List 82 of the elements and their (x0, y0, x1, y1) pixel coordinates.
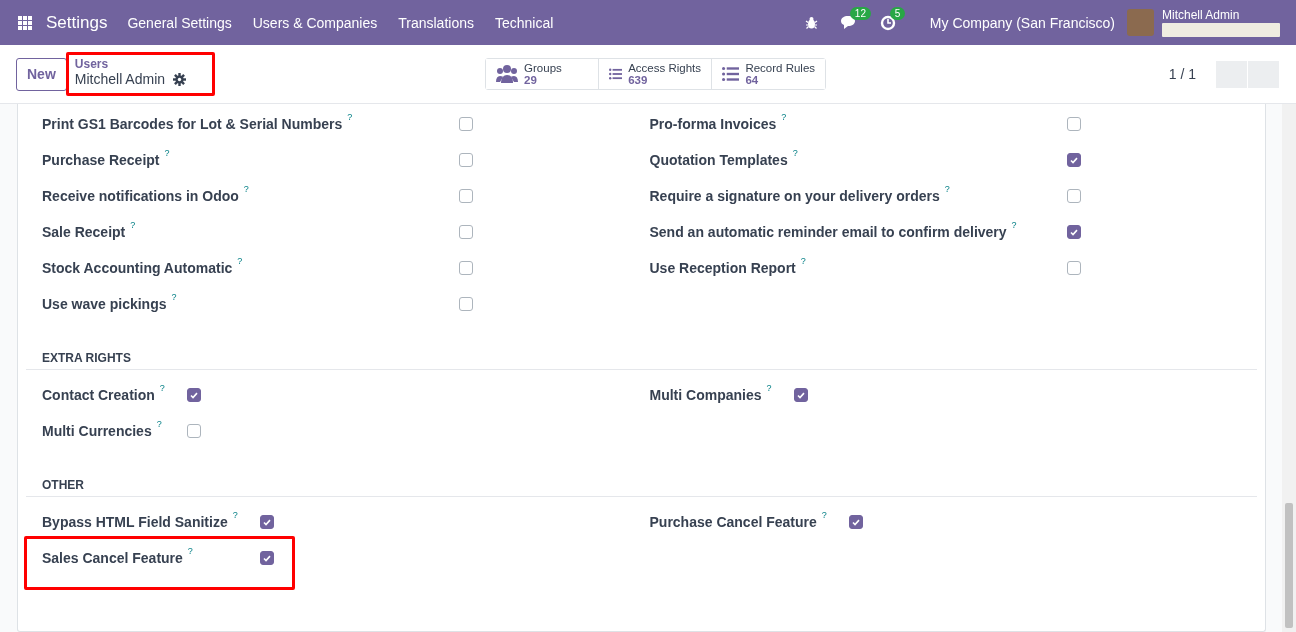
checkbox[interactable] (459, 153, 473, 167)
help-tooltip-mark[interactable]: ? (821, 510, 827, 520)
checkbox[interactable] (459, 297, 473, 311)
field-label: Sale Receipt (42, 223, 126, 241)
checkmark-icon (1069, 156, 1078, 164)
checkbox[interactable] (186, 388, 201, 402)
gear-icon[interactable] (173, 72, 187, 86)
checkbox[interactable] (459, 117, 473, 131)
app-title[interactable]: Settings (46, 12, 108, 33)
users-icon (496, 64, 519, 84)
record-title: Mitchell Admin (74, 71, 166, 87)
stat-button[interactable]: Groups 29 (486, 59, 600, 89)
scrollbar-thumb[interactable] (1285, 503, 1293, 628)
section-title: EXTRA RIGHTS (26, 342, 1257, 370)
menu-item[interactable]: Users & Companies (252, 14, 378, 31)
field-label: Pro-forma Invoices (649, 115, 777, 133)
field-label: Purchase Cancel Feature (649, 513, 817, 531)
field-label: Multi Companies (649, 386, 762, 404)
checkbox[interactable] (186, 424, 201, 438)
field-label: Bypass HTML Field Sanitize (42, 513, 228, 531)
checkbox[interactable] (1066, 261, 1081, 275)
help-tooltip-mark[interactable]: ? (232, 510, 238, 520)
bug-icon[interactable] (804, 16, 818, 29)
help-tooltip-mark[interactable]: ? (164, 148, 170, 158)
menu-item[interactable]: General Settings (127, 14, 232, 31)
field-label: Print GS1 Barcodes for Lot & Serial Numbers (42, 115, 343, 133)
help-tooltip-mark[interactable]: ? (187, 546, 193, 556)
help-tooltip-mark[interactable]: ? (1011, 220, 1017, 230)
checkbox[interactable] (848, 515, 863, 529)
checkmark-icon (796, 391, 805, 399)
notification-badge: 12 (849, 7, 871, 20)
field-label: Require a signature on your delivery orders (649, 187, 940, 205)
checkmark-icon (189, 391, 198, 399)
checkbox[interactable] (259, 551, 274, 565)
menu-item[interactable]: Technical (495, 14, 554, 31)
field-label: Use wave pickings (42, 295, 167, 313)
help-tooltip-mark[interactable]: ? (792, 148, 798, 158)
help-tooltip-mark[interactable]: ? (159, 383, 165, 393)
checkmark-icon (1069, 228, 1078, 236)
help-tooltip-mark[interactable]: ? (347, 112, 353, 122)
field-label: Contact Creation (42, 386, 155, 404)
field-label: Receive notifications in Odoo (42, 187, 239, 205)
checkmark-icon (851, 518, 860, 526)
help-tooltip-mark[interactable]: ? (944, 184, 950, 194)
help-tooltip-mark[interactable]: ? (781, 112, 787, 122)
menu-item[interactable]: Translations (398, 14, 474, 31)
chat-icon[interactable] (839, 15, 858, 30)
breadcrumb-link[interactable]: Users (74, 57, 187, 71)
notification-badge: 5 (889, 6, 906, 20)
help-tooltip-mark[interactable]: ? (171, 292, 177, 302)
field-label: Purchase Receipt (42, 151, 160, 169)
field-label: Sales Cancel Feature (42, 549, 183, 567)
field-label: Multi Currencies (42, 422, 152, 440)
checkmark-icon (262, 554, 271, 562)
checkbox[interactable] (459, 189, 473, 203)
help-tooltip-mark[interactable]: ? (237, 256, 243, 266)
company-name[interactable]: My Company (San Francisco) (929, 14, 1115, 31)
checkbox[interactable] (793, 388, 808, 402)
field-label: Use Reception Report (649, 259, 796, 277)
field-label: Send an automatic reminder email to confirm delivery (649, 223, 1007, 241)
section-title: OTHER (26, 469, 1257, 497)
clock-icon[interactable] (879, 14, 896, 31)
help-tooltip-mark[interactable]: ? (800, 256, 806, 266)
user-name[interactable]: Mitchell Admin (1162, 8, 1280, 22)
checkmark-icon (262, 518, 271, 526)
checkbox[interactable] (1066, 117, 1081, 131)
field-label: Quotation Templates (649, 151, 788, 169)
checkbox[interactable] (459, 261, 473, 275)
help-tooltip-mark[interactable]: ? (766, 383, 772, 393)
checkbox[interactable] (459, 225, 473, 239)
pager-value: 1 / 1 (1168, 66, 1196, 82)
help-tooltip-mark[interactable]: ? (243, 184, 249, 194)
field-label: Stock Accounting Automatic (42, 259, 233, 277)
list-icon (722, 65, 740, 83)
checkbox[interactable] (1066, 153, 1081, 167)
checkbox[interactable] (1066, 225, 1081, 239)
help-tooltip-mark[interactable]: ? (130, 220, 136, 230)
new-button[interactable]: New (16, 57, 67, 91)
help-tooltip-mark[interactable]: ? (156, 419, 162, 429)
checkbox[interactable] (259, 515, 274, 529)
checkbox[interactable] (1066, 189, 1081, 203)
apps-grid-icon[interactable] (18, 15, 32, 30)
